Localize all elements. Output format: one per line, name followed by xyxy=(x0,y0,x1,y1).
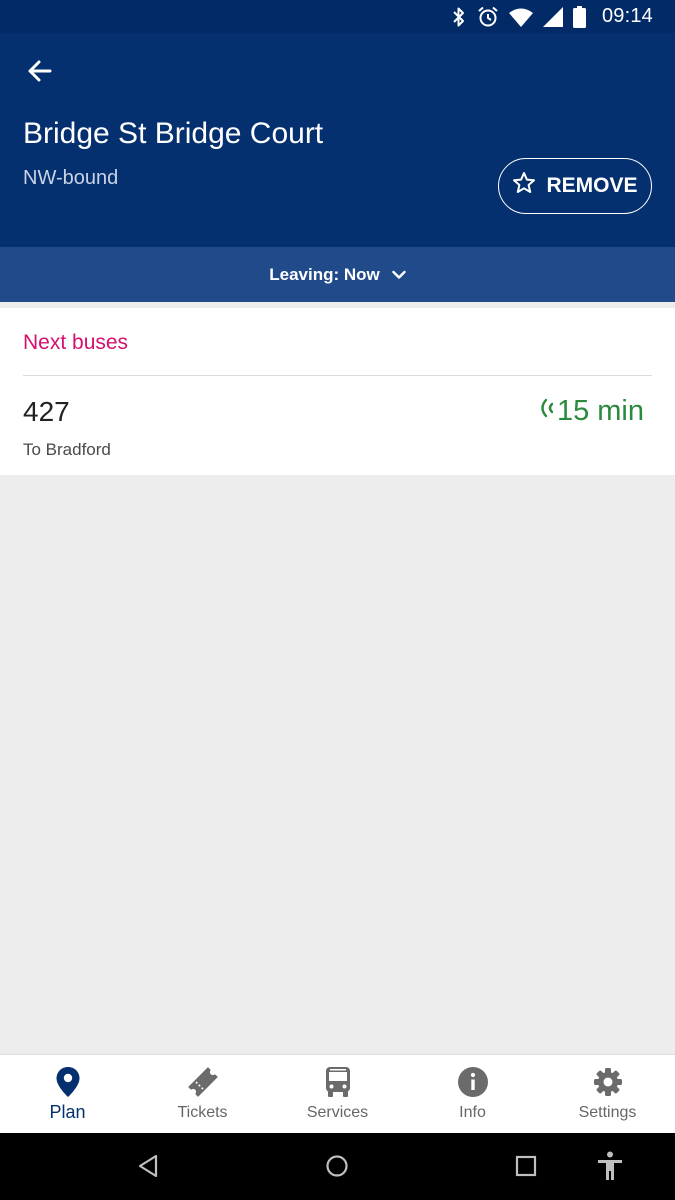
system-back-button[interactable] xyxy=(133,1153,163,1183)
alarm-icon xyxy=(477,6,499,28)
bluetooth-icon xyxy=(451,6,467,28)
arrow-left-icon xyxy=(26,59,52,88)
nav-label-services: Services xyxy=(306,1104,369,1121)
stop-title: Bridge St Bridge Court xyxy=(23,117,324,150)
nav-label-plan: Plan xyxy=(49,1102,86,1122)
next-buses-card: Next buses 427 To Bradford 15 min xyxy=(0,308,675,475)
leaving-label: Leaving: Now xyxy=(269,264,380,284)
wifi-icon xyxy=(508,7,533,27)
status-time: 09:14 xyxy=(601,5,653,27)
nav-label-tickets: Tickets xyxy=(177,1104,228,1121)
info-icon xyxy=(457,1065,489,1099)
nav-item-tickets[interactable]: Tickets xyxy=(135,1055,270,1133)
ticket-icon xyxy=(186,1065,220,1099)
eta-text: 15 min xyxy=(556,395,644,427)
nav-label-info: Info xyxy=(459,1104,486,1121)
bus-icon xyxy=(324,1065,352,1099)
bottom-nav: Plan Tickets Services Info Settings xyxy=(0,1054,675,1133)
nav-item-plan[interactable]: Plan xyxy=(0,1055,135,1133)
map-pin-icon xyxy=(55,1065,81,1099)
cell-signal-icon xyxy=(542,6,563,27)
nav-item-info[interactable]: Info xyxy=(405,1055,540,1133)
stop-direction: NW-bound xyxy=(23,167,119,189)
star-outline-icon xyxy=(512,171,536,201)
remove-favourite-button[interactable]: REMOVE xyxy=(498,158,652,214)
arrival-eta: 15 min xyxy=(537,395,644,428)
system-recents-button[interactable] xyxy=(511,1153,541,1183)
system-home-button[interactable] xyxy=(322,1153,352,1183)
app-header: Bridge St Bridge Court NW-bound REMOVE xyxy=(0,33,675,247)
battery-icon xyxy=(572,5,586,28)
chevron-down-icon xyxy=(392,265,406,285)
nav-label-settings: Settings xyxy=(578,1104,637,1121)
remove-button-label: REMOVE xyxy=(546,174,638,197)
next-buses-title: Next buses xyxy=(23,331,129,354)
route-destination: To Bradford xyxy=(23,440,111,459)
system-nav-bar xyxy=(0,1133,675,1200)
gear-icon xyxy=(593,1065,623,1099)
accessibility-icon xyxy=(597,1151,623,1186)
nav-item-services[interactable]: Services xyxy=(270,1055,405,1133)
leaving-time-selector[interactable]: Leaving: Now xyxy=(0,247,675,302)
route-number: 427 xyxy=(23,396,70,427)
back-button[interactable] xyxy=(16,53,62,93)
circle-home-icon xyxy=(325,1154,349,1183)
live-signal-icon xyxy=(537,395,555,428)
square-recents-icon xyxy=(515,1155,537,1182)
bus-row[interactable]: 427 To Bradford 15 min xyxy=(0,376,675,475)
status-bar: 09:14 xyxy=(0,0,675,33)
nav-item-settings[interactable]: Settings xyxy=(540,1055,675,1133)
triangle-back-icon xyxy=(137,1154,159,1183)
accessibility-button[interactable] xyxy=(595,1151,625,1186)
